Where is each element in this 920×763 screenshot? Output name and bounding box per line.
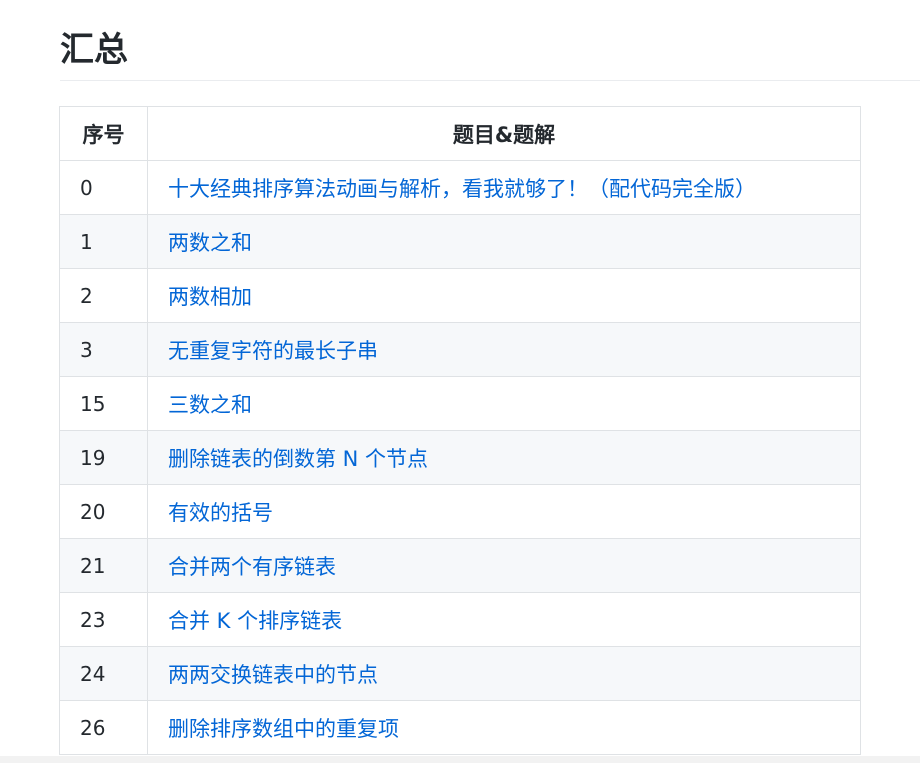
problem-title-cell: 两数相加 <box>147 268 861 323</box>
problem-link[interactable]: 三数之和 <box>168 393 252 417</box>
table-row: 2 两数相加 <box>59 268 861 323</box>
problem-number: 19 <box>59 430 148 485</box>
column-header-title: 题目&题解 <box>147 106 861 161</box>
problem-number: 1 <box>59 214 148 269</box>
summary-table-container: 序号 题目&题解 0 十大经典排序算法动画与解析，看我就够了！（配代码完全版） … <box>59 106 861 755</box>
problem-link[interactable]: 两数之和 <box>168 231 252 255</box>
problem-title-cell: 三数之和 <box>147 376 861 431</box>
problem-title-cell: 合并两个有序链表 <box>147 538 861 593</box>
table-body: 0 十大经典排序算法动画与解析，看我就够了！（配代码完全版） 1 两数之和 2 … <box>59 160 861 755</box>
table-row: 1 两数之和 <box>59 214 861 269</box>
table-header-row: 序号 题目&题解 <box>59 106 861 161</box>
summary-table: 序号 题目&题解 0 十大经典排序算法动画与解析，看我就够了！（配代码完全版） … <box>59 106 861 755</box>
problem-number: 2 <box>59 268 148 323</box>
problem-title-cell: 合并 K 个排序链表 <box>147 592 861 647</box>
bottom-scroll-edge <box>0 756 920 763</box>
table-row: 26 删除排序数组中的重复项 <box>59 700 861 755</box>
problem-title-cell: 无重复字符的最长子串 <box>147 322 861 377</box>
problem-title-cell: 删除排序数组中的重复项 <box>147 700 861 755</box>
problem-number: 15 <box>59 376 148 431</box>
problem-title-cell: 两数之和 <box>147 214 861 269</box>
column-header-number: 序号 <box>59 106 148 161</box>
problem-number: 0 <box>59 160 148 215</box>
problem-link[interactable]: 合并两个有序链表 <box>168 555 336 579</box>
problem-title-cell: 两两交换链表中的节点 <box>147 646 861 701</box>
section-heading: 汇总 <box>60 30 128 70</box>
table-row: 19 删除链表的倒数第 N 个节点 <box>59 430 861 485</box>
problem-number: 26 <box>59 700 148 755</box>
document-page: 汇总 序号 题目&题解 0 十大经典排序算法动画与解析，看我就够了！（配代码完全… <box>0 0 920 763</box>
table-row: 24 两两交换链表中的节点 <box>59 646 861 701</box>
problem-link[interactable]: 合并 K 个排序链表 <box>168 609 342 633</box>
problem-link[interactable]: 删除排序数组中的重复项 <box>168 717 399 741</box>
table-row: 23 合并 K 个排序链表 <box>59 592 861 647</box>
problem-title-cell: 删除链表的倒数第 N 个节点 <box>147 430 861 485</box>
problem-link[interactable]: 删除链表的倒数第 N 个节点 <box>168 447 428 471</box>
table-header: 序号 题目&题解 <box>59 106 861 161</box>
table-row: 0 十大经典排序算法动画与解析，看我就够了！（配代码完全版） <box>59 160 861 215</box>
problem-link[interactable]: 两数相加 <box>168 285 252 309</box>
problem-number: 3 <box>59 322 148 377</box>
table-row: 3 无重复字符的最长子串 <box>59 322 861 377</box>
problem-title-cell: 十大经典排序算法动画与解析，看我就够了！（配代码完全版） <box>147 160 861 215</box>
problem-number: 20 <box>59 484 148 539</box>
table-row: 20 有效的括号 <box>59 484 861 539</box>
problem-number: 24 <box>59 646 148 701</box>
problem-link[interactable]: 有效的括号 <box>168 501 273 525</box>
problem-link[interactable]: 两两交换链表中的节点 <box>168 663 378 687</box>
problem-number: 23 <box>59 592 148 647</box>
problem-link[interactable]: 十大经典排序算法动画与解析，看我就够了！（配代码完全版） <box>168 177 756 201</box>
problem-link[interactable]: 无重复字符的最长子串 <box>168 339 378 363</box>
heading-divider <box>60 80 920 81</box>
problem-title-cell: 有效的括号 <box>147 484 861 539</box>
table-row: 21 合并两个有序链表 <box>59 538 861 593</box>
table-row: 15 三数之和 <box>59 376 861 431</box>
problem-number: 21 <box>59 538 148 593</box>
